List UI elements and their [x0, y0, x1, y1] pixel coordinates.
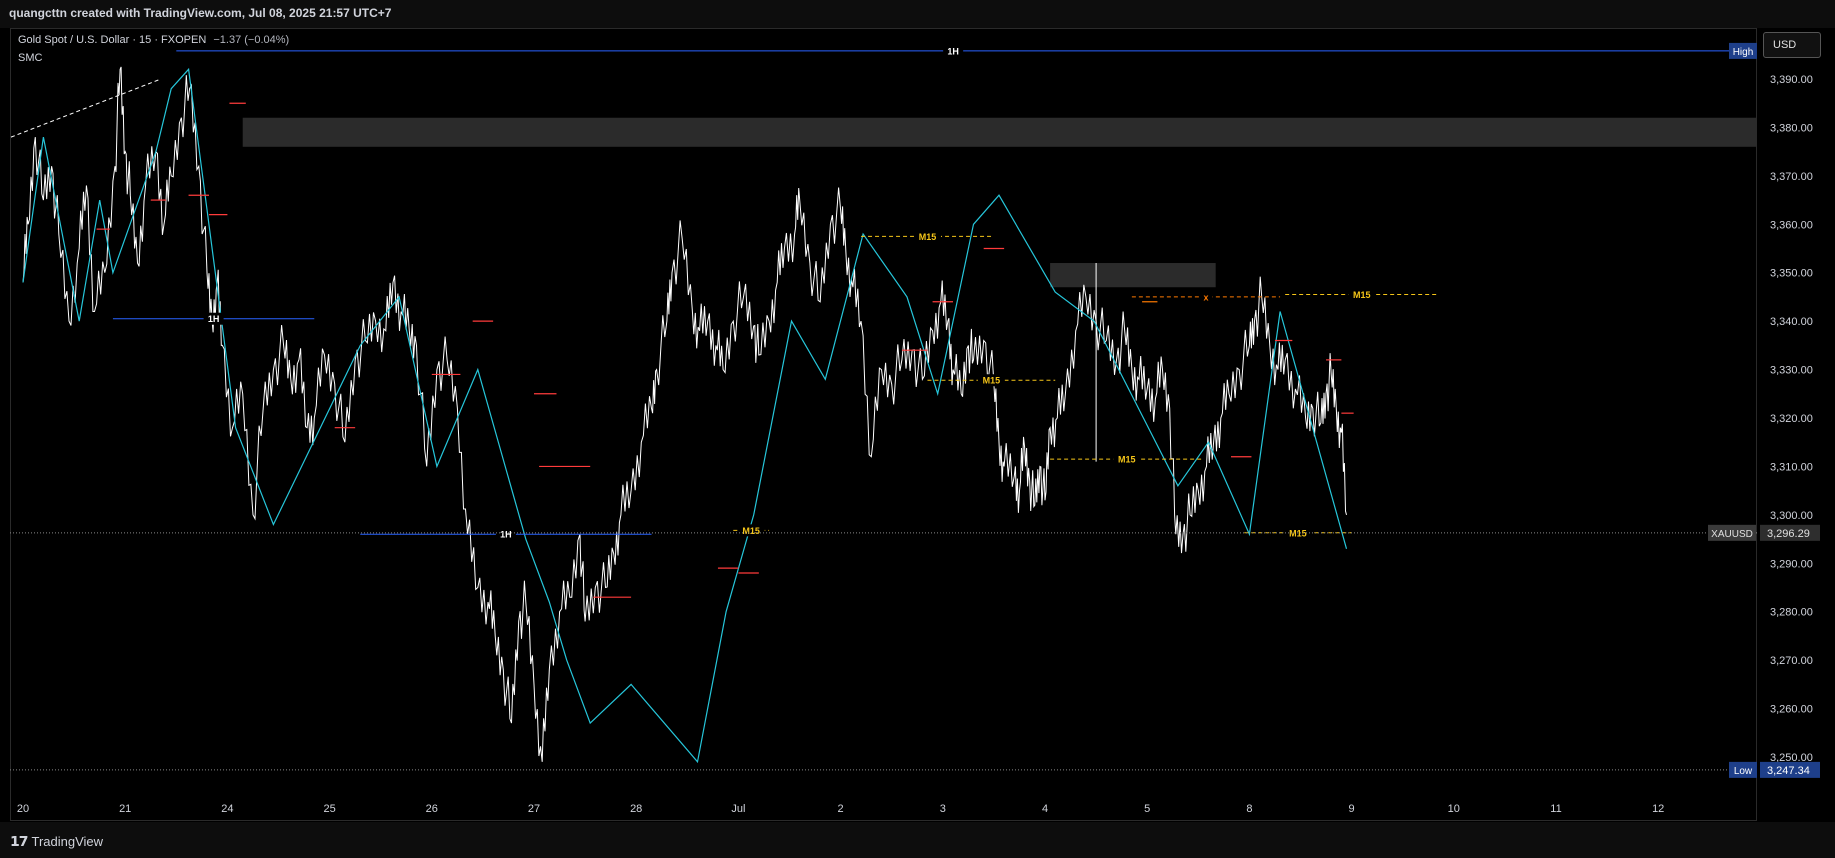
high-tag: High: [1733, 47, 1754, 58]
level-label-8: M15: [1353, 290, 1371, 300]
x-tick-label-0: 20: [17, 803, 29, 815]
price-chart[interactable]: 1H1H1HM15M15M15M15 M15M15x3,250.003,260.0…: [0, 0, 1835, 858]
y-tick-label-3: 3,280.00: [1770, 607, 1813, 619]
level-label-6: M15: [742, 526, 760, 536]
currency-button[interactable]: USD: [1763, 32, 1821, 58]
y-tick-label-5: 3,300.00: [1770, 510, 1813, 522]
x-tick-label-6: 28: [630, 803, 642, 815]
level-label-4: M15: [983, 376, 1001, 386]
x-tick-label-9: 3: [940, 803, 946, 815]
y-tick-label-13: 3,380.00: [1770, 122, 1813, 134]
x-tick-label-3: 25: [323, 803, 335, 815]
indicator-name[interactable]: SMC: [18, 52, 42, 64]
x-tick-label-8: 2: [838, 803, 844, 815]
bottom-bar: [0, 822, 1835, 858]
x-tick-label-12: 8: [1246, 803, 1252, 815]
y-tick-label-11: 3,360.00: [1770, 219, 1813, 231]
swing-zigzag: [22, 67, 1348, 764]
tradingview-logo[interactable]: 𝟭𝟳 TradingView: [10, 833, 103, 850]
x-tick-label-1: 21: [119, 803, 131, 815]
symbol-legend[interactable]: Gold Spot / U.S. Dollar · 15 · FXOPEN −1…: [18, 34, 289, 46]
low-tag: Low: [1734, 766, 1753, 777]
brand-label: TradingView: [31, 834, 104, 849]
symbol-change: −1.37 (−0.04%): [213, 34, 290, 46]
x-tick-label-2: 24: [221, 803, 233, 815]
y-tick-label-7: 3,320.00: [1770, 413, 1813, 425]
x-tick-label-4: 26: [426, 803, 438, 815]
tradingview-logo-icon: 𝟭𝟳: [10, 833, 29, 849]
y-tick-label-8: 3,330.00: [1770, 365, 1813, 377]
level-label-1: 1H: [208, 314, 220, 324]
y-tick-label-2: 3,270.00: [1770, 655, 1813, 667]
y-tick-label-12: 3,370.00: [1770, 171, 1813, 183]
zone-0: [242, 117, 1758, 147]
y-tick-label-1: 3,260.00: [1770, 704, 1813, 716]
x-tick-label-10: 4: [1042, 803, 1048, 815]
y-tick-label-6: 3,310.00: [1770, 461, 1813, 473]
level-label-2: 1H: [500, 530, 512, 540]
x-tick-label-16: 12: [1652, 803, 1664, 815]
y-tick-label-9: 3,340.00: [1770, 316, 1813, 328]
level-label-9: x: [1203, 292, 1208, 302]
x-tick-label-14: 10: [1448, 803, 1460, 815]
symbol-name: Gold Spot / U.S. Dollar · 15 · FXOPEN: [18, 34, 207, 46]
x-tick-label-15: 11: [1550, 803, 1561, 815]
level-label-0: 1H: [947, 46, 959, 56]
zone-1: [1050, 263, 1216, 288]
level-label-3: M15: [919, 232, 937, 242]
symbol-tag: XAUUSD: [1711, 529, 1753, 540]
x-tick-label-5: 27: [528, 803, 540, 815]
x-tick-label-13: 9: [1349, 803, 1355, 815]
x-tick-label-7: Jul: [731, 803, 745, 815]
y-tick-label-14: 3,390.00: [1770, 74, 1813, 86]
y-tick-label-10: 3,350.00: [1770, 268, 1813, 280]
price-line[interactable]: [22, 66, 1347, 762]
level-label-5: M15: [1118, 455, 1136, 465]
trend-dashed-line: [10, 78, 162, 138]
last-price-tag: 3,296.29: [1767, 528, 1810, 540]
low-value-tag: 3,247.34: [1767, 765, 1810, 777]
y-tick-label-4: 3,290.00: [1770, 558, 1813, 570]
x-tick-label-11: 5: [1144, 803, 1150, 815]
